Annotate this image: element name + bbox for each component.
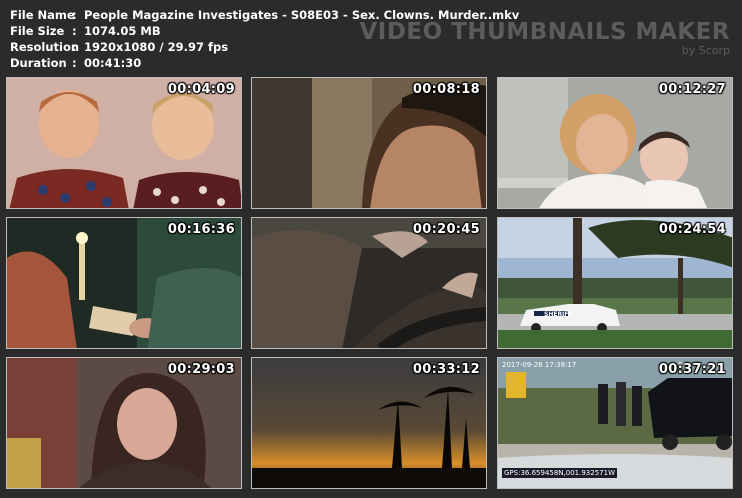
- file-size-label: File Size: [10, 24, 65, 38]
- resolution-label: Resolution: [10, 40, 80, 54]
- thumbnail-1[interactable]: 00:04:09: [6, 77, 242, 209]
- dashcam-gps: GPS:36.659458N,001.932571W: [502, 468, 617, 478]
- thumbnail-image: SHERIFF: [498, 218, 732, 348]
- thumbnail-timestamp: 00:16:36: [167, 222, 235, 237]
- separator: :: [72, 56, 77, 70]
- file-size-value: 1074.05 MB: [84, 24, 161, 38]
- thumbnail-image: [7, 78, 241, 208]
- thumbnail-timestamp: 00:33:12: [412, 362, 480, 377]
- thumbnail-4[interactable]: 00:16:36: [6, 217, 242, 349]
- thumbnail-image: [252, 78, 486, 208]
- file-name-label: File Name: [10, 8, 75, 22]
- thumbnail-image: [7, 358, 241, 488]
- sheriff-decal: SHERIFF: [544, 311, 573, 318]
- thumbnail-image: [252, 218, 486, 348]
- thumbnail-timestamp: 00:04:09: [167, 82, 235, 97]
- brand-title: VIDEO THUMBNAILS MAKER: [359, 19, 730, 45]
- brand-author: by Scorp: [681, 44, 730, 57]
- thumbnail-3[interactable]: 00:12:27: [497, 77, 733, 209]
- duration-row: Duration : 00:41:30: [10, 55, 519, 71]
- thumbnail-image: [252, 358, 486, 488]
- thumbnail-image: [498, 78, 732, 208]
- thumbnail-timestamp: 00:08:18: [412, 82, 480, 97]
- separator: :: [72, 24, 77, 38]
- thumbnail-timestamp: 00:24:54: [658, 222, 726, 237]
- brand-watermark: VIDEO THUMBNAILS MAKER by Scorp: [359, 20, 730, 57]
- thumbnail-9[interactable]: 2017-09-26 17:38:17 687 GPS:36.659458N,0…: [497, 357, 733, 489]
- duration-label: Duration: [10, 56, 67, 70]
- separator: :: [72, 40, 77, 54]
- thumbnail-6[interactable]: SHERIFF 00:24:54: [497, 217, 733, 349]
- thumbnail-timestamp: 00:37:21: [658, 362, 726, 377]
- thumbnail-timestamp: 00:29:03: [167, 362, 235, 377]
- thumbnail-5[interactable]: 00:20:45: [251, 217, 487, 349]
- thumbnail-8[interactable]: 00:33:12: [251, 357, 487, 489]
- dashcam-datetime: 2017-09-26 17:38:17: [502, 361, 577, 369]
- duration-value: 00:41:30: [84, 56, 142, 70]
- resolution-value: 1920x1080 / 29.97 fps: [84, 40, 229, 54]
- thumbnail-2[interactable]: 00:08:18: [251, 77, 487, 209]
- thumbnail-image: [7, 218, 241, 348]
- separator: :: [72, 8, 77, 22]
- thumbnail-7[interactable]: 00:29:03: [6, 357, 242, 489]
- thumbnail-timestamp: 00:20:45: [412, 222, 480, 237]
- thumbnail-timestamp: 00:12:27: [658, 82, 726, 97]
